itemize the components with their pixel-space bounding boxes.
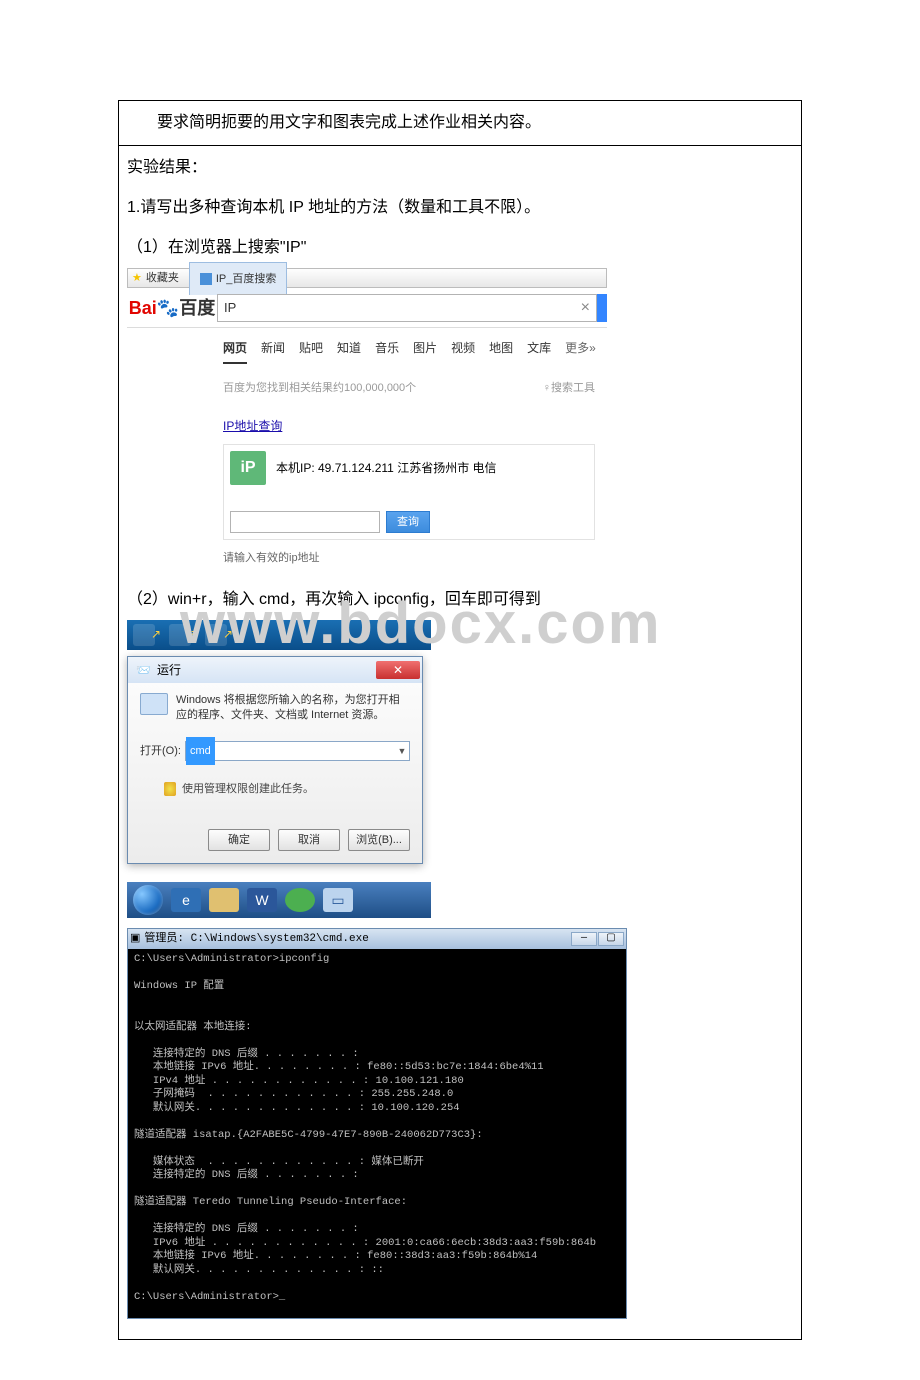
baidu-logo[interactable]: Bai🐾百度: [127, 294, 217, 322]
cancel-button[interactable]: 取消: [278, 829, 340, 851]
nav-tieba[interactable]: 贴吧: [299, 334, 323, 364]
search-value: IP: [224, 294, 236, 322]
maximize-button[interactable]: ▢: [598, 932, 624, 946]
admin-text: 使用管理权限创建此任务。: [182, 775, 314, 803]
run-description: Windows 将根据您所输入的名称，为您打开相应的程序、文件夹、文档或 Int…: [176, 693, 410, 723]
result-count: 百度为您找到相关结果约100,000,000个: [223, 374, 416, 402]
browser-favorites-bar: ★ 收藏夹 IP_百度搜索: [127, 268, 607, 288]
nav-map[interactable]: 地图: [489, 334, 513, 364]
nav-wenku[interactable]: 文库: [527, 334, 551, 364]
nav-zhidao[interactable]: 知道: [337, 334, 361, 364]
run-taskbar-icon[interactable]: ▭: [323, 888, 353, 912]
nav-news[interactable]: 新闻: [261, 334, 285, 364]
nav-image[interactable]: 图片: [413, 334, 437, 364]
figure-baidu: ★ 收藏夹 IP_百度搜索 Bai🐾百度: [127, 268, 607, 572]
favorites-label[interactable]: 收藏夹: [146, 264, 179, 292]
clear-icon[interactable]: ×: [581, 294, 590, 322]
cmd-output[interactable]: C:\Users\Administrator>ipconfig Windows …: [128, 949, 626, 1318]
ok-button[interactable]: 确定: [208, 829, 270, 851]
method-2: （2）win+r，输入 cmd，再次输入 ipconfig，回车即可得到: [127, 586, 793, 614]
figure-run-dialog: 📨 运行 ✕ Windows 将根据您所输入的名称，为您打开相应的程序、文件夹、…: [127, 620, 431, 918]
app-icon[interactable]: [285, 888, 315, 912]
method-1: （1）在浏览器上搜索"IP": [127, 234, 793, 262]
explorer-icon[interactable]: [209, 888, 239, 912]
search-button[interactable]: [597, 294, 607, 322]
row-requirement: 要求简明扼要的用文字和图表完成上述作业相关内容。: [119, 101, 801, 145]
run-icon: 📨: [136, 656, 151, 684]
close-button[interactable]: ✕: [376, 661, 420, 679]
search-tools[interactable]: ♀搜索工具: [543, 374, 595, 402]
open-combobox[interactable]: cmd ▼: [185, 741, 410, 761]
star-icon: ★: [132, 264, 142, 292]
word-icon[interactable]: W: [247, 888, 277, 912]
nav-web[interactable]: 网页: [223, 334, 247, 364]
cmd-titlebar: ▣ 管理员: C:\Windows\system32\cmd.exe — ▢: [128, 929, 626, 949]
minimize-button[interactable]: —: [571, 932, 597, 946]
taskbar: e W ▭: [127, 882, 431, 918]
query-button[interactable]: 查询: [386, 511, 430, 533]
question-1: 1.请写出多种查询本机 IP 地址的方法（数量和工具不限）。: [127, 194, 793, 222]
tab-favicon-icon: [200, 273, 212, 285]
browse-button[interactable]: 浏览(B)...: [348, 829, 410, 851]
ip-hint: 请输入有效的ip地址: [127, 542, 607, 572]
nav-more[interactable]: 更多»: [565, 334, 596, 364]
desktop-shortcut-icon[interactable]: [169, 624, 191, 646]
open-value: cmd: [186, 737, 215, 765]
search-input[interactable]: IP ×: [217, 294, 597, 322]
baidu-nav: 网页 新闻 贴吧 知道 音乐 图片 视频 地图 文库 更多»: [127, 328, 607, 368]
start-button[interactable]: [133, 885, 163, 915]
ip-result-box: iP 本机IP: 49.71.124.211 江苏省扬州市 电信 查询: [223, 444, 595, 540]
run-description-icon: [140, 693, 168, 715]
cmd-icon: ▣: [130, 925, 140, 953]
desktop-shortcut-row: [127, 620, 431, 650]
nav-video[interactable]: 视频: [451, 334, 475, 364]
desktop-shortcut-icon[interactable]: [133, 624, 155, 646]
chevron-down-icon[interactable]: ▼: [395, 737, 409, 765]
ip-input[interactable]: [230, 511, 380, 533]
nav-music[interactable]: 音乐: [375, 334, 399, 364]
browser-tab[interactable]: IP_百度搜索: [189, 262, 288, 295]
my-ip-text: 本机IP: 49.71.124.211 江苏省扬州市 电信: [276, 454, 497, 482]
shield-icon: [164, 782, 176, 796]
tab-title: IP_百度搜索: [216, 265, 277, 293]
document-table: 要求简明扼要的用文字和图表完成上述作业相关内容。 实验结果： 1.请写出多种查询…: [118, 100, 802, 1340]
figure-cmd-window: ▣ 管理员: C:\Windows\system32\cmd.exe — ▢ C…: [127, 928, 627, 1319]
result-label: 实验结果：: [127, 154, 793, 182]
ip-badge-icon: iP: [230, 451, 266, 485]
cmd-title-text: 管理员: C:\Windows\system32\cmd.exe: [144, 925, 368, 953]
logo-text-2: 百度: [179, 298, 215, 318]
desktop-shortcut-icon[interactable]: [205, 624, 227, 646]
ip-query-link[interactable]: IP地址查询: [127, 408, 607, 442]
ie-icon[interactable]: e: [171, 888, 201, 912]
logo-text-1: Bai: [129, 298, 157, 318]
run-dialog: 📨 运行 ✕ Windows 将根据您所输入的名称，为您打开相应的程序、文件夹、…: [127, 656, 423, 864]
run-title: 运行: [157, 656, 181, 684]
open-label: 打开(O):: [140, 737, 181, 765]
